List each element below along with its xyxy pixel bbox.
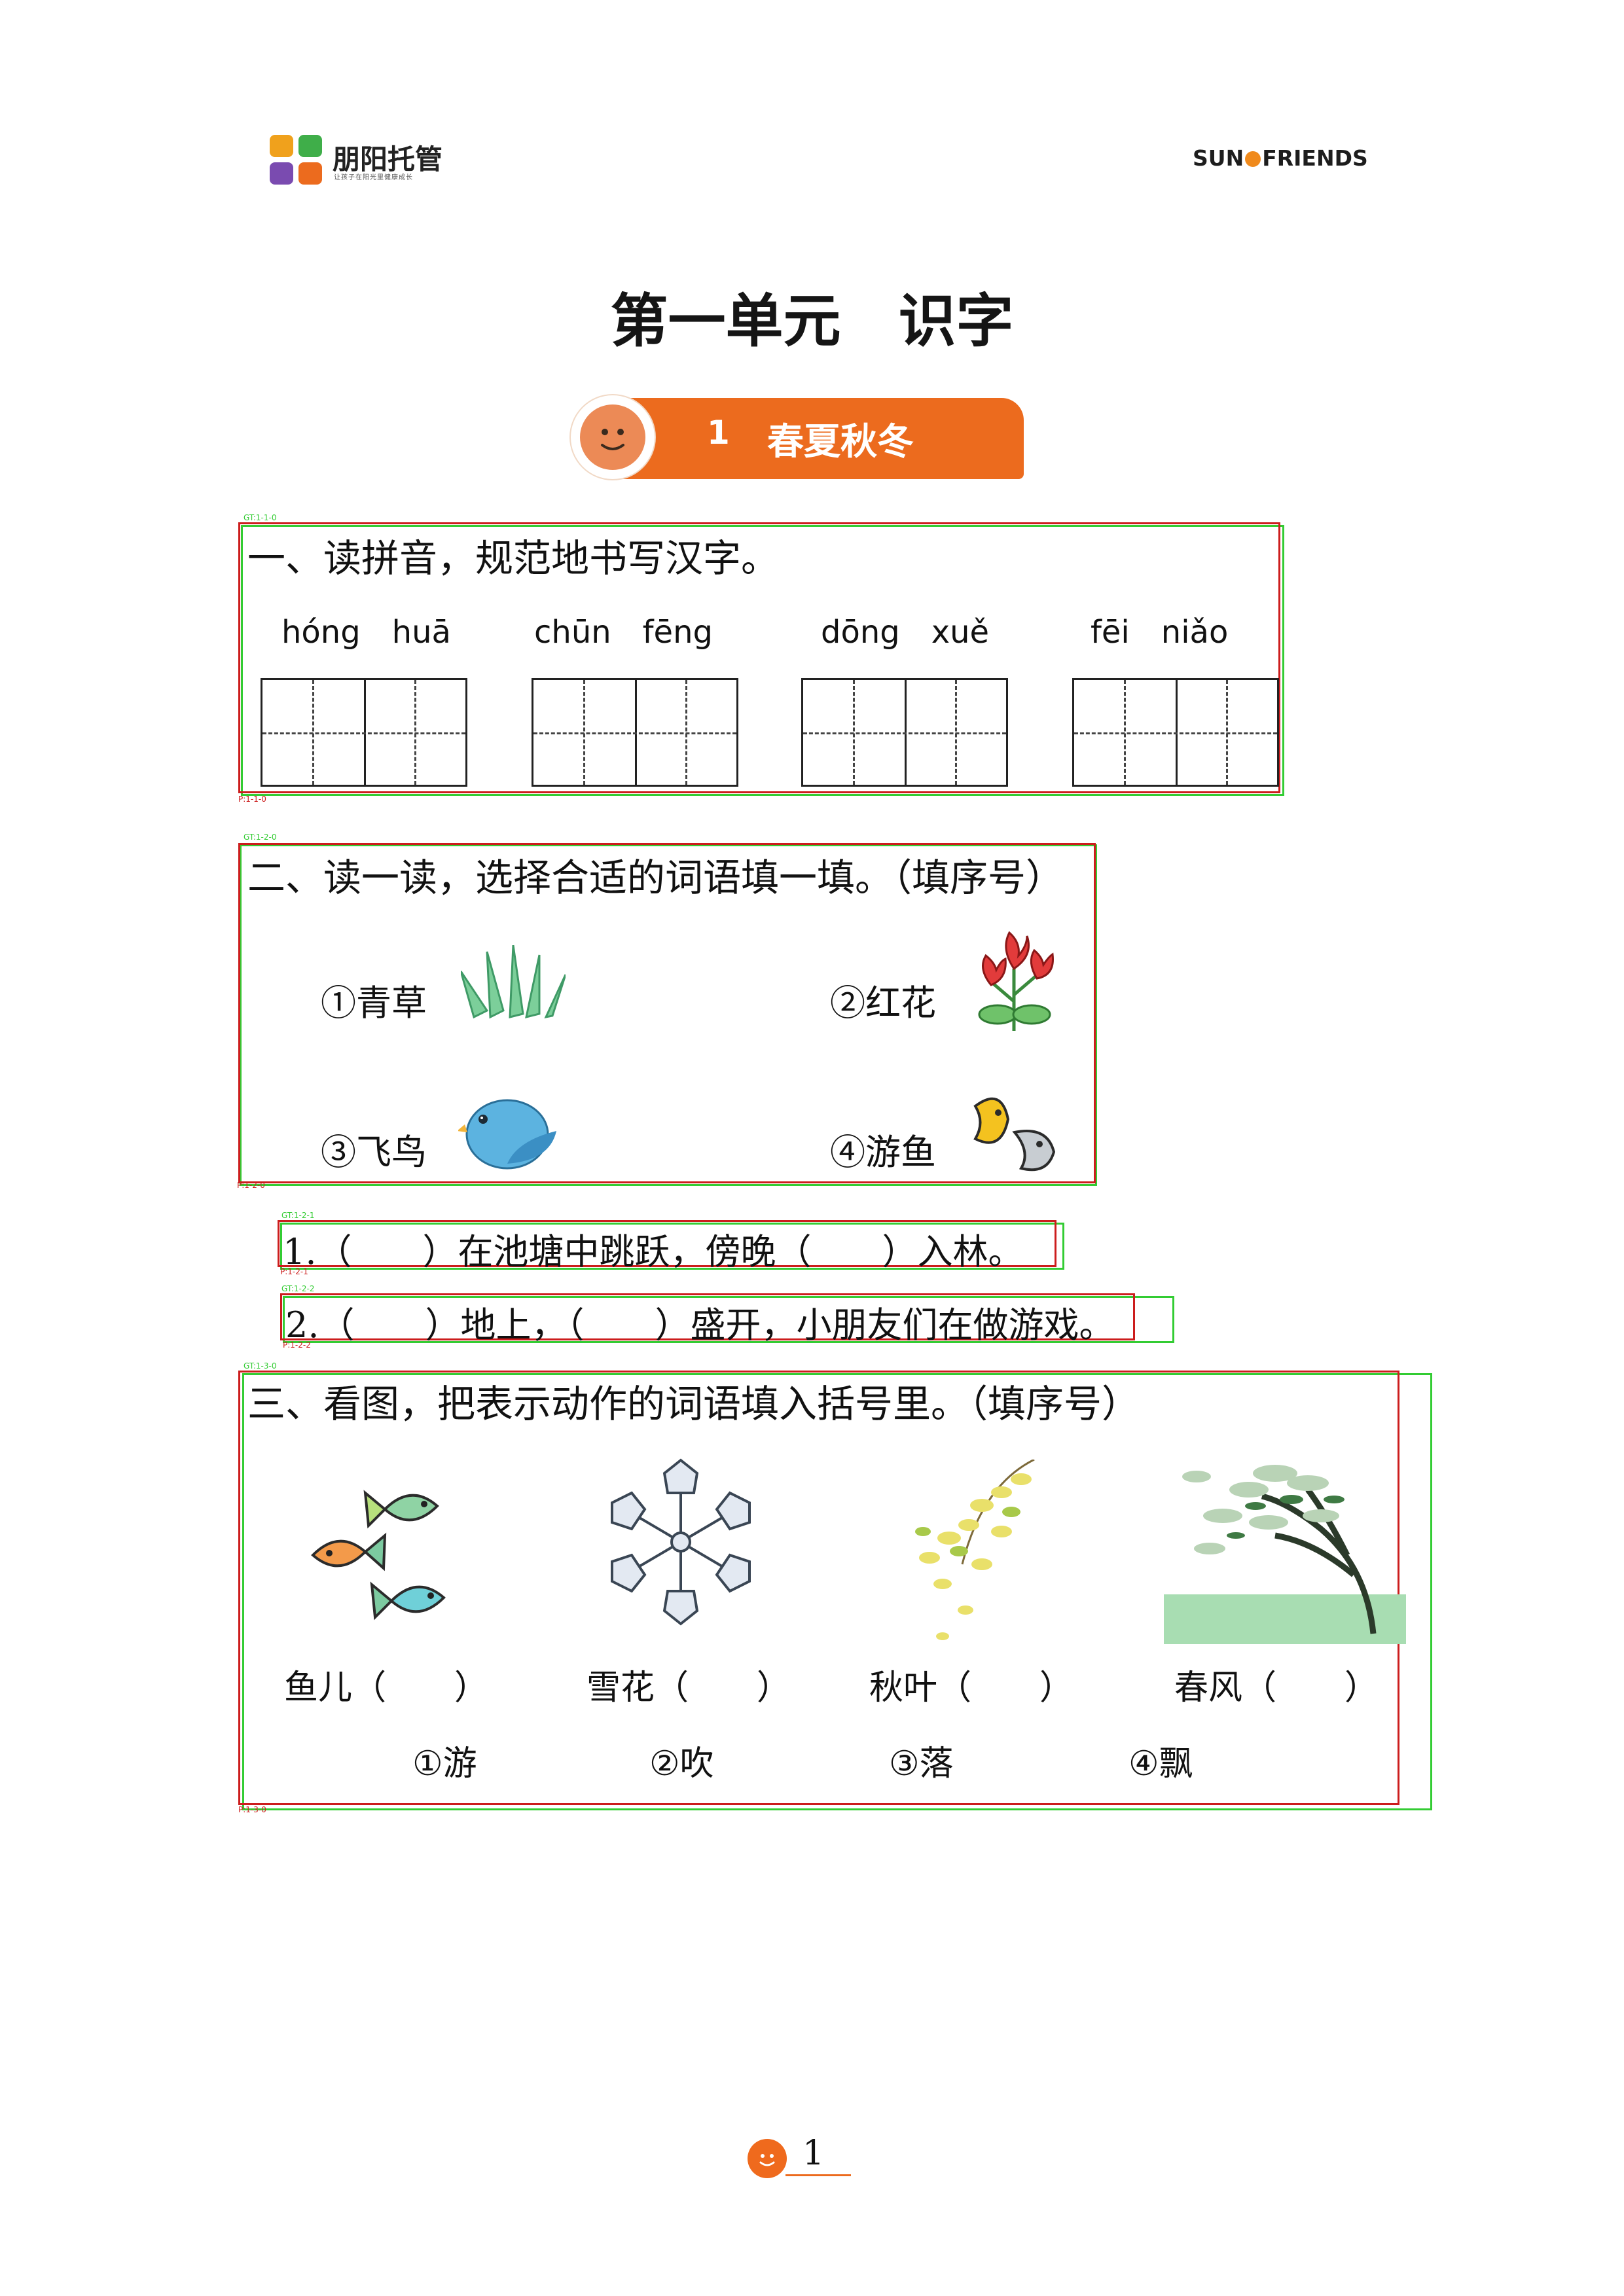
lesson-number: 1 — [707, 414, 730, 452]
lesson-banner: 1 春夏秋冬 — [571, 395, 1024, 479]
question-2: 2.（ ）地上，（ ）盛开，小朋友们在做游戏。 — [285, 1304, 1115, 1346]
gt-tag-s1: GT:1-1-0 — [244, 513, 277, 522]
grass-icon — [461, 945, 566, 1019]
fish-icon — [973, 1097, 1056, 1172]
red-flower-icon — [978, 931, 1054, 1031]
blank-leaves: 秋叶（ ） — [869, 1668, 1074, 1708]
fish-group-icon — [311, 1490, 446, 1621]
blank-wind: 春风（ ） — [1174, 1668, 1379, 1708]
option-4: ④游鱼 — [830, 1132, 936, 1173]
brand-left: SUN — [1193, 145, 1244, 171]
verb-2: ②吹 — [649, 1744, 714, 1784]
verb-3: ③落 — [889, 1744, 954, 1784]
footer-smiley-icon — [748, 2139, 787, 2178]
writing-grid-4[interactable] — [1072, 678, 1279, 787]
page-title: 第一单元 识字 — [610, 287, 1014, 355]
page-number: 1 — [803, 2134, 825, 2173]
blank-snowflake: 雪花（ ） — [586, 1668, 791, 1708]
gt-tag-s3: GT:1-3-0 — [244, 1361, 277, 1371]
pinyin-2: chūn fēng — [534, 614, 713, 651]
brand-logo: SUN FRIENDS — [1193, 145, 1368, 171]
writing-grid-3[interactable] — [801, 678, 1008, 787]
sun-dot-icon — [1245, 151, 1261, 167]
writing-grid-1[interactable] — [261, 678, 467, 787]
blank-fish: 鱼儿（ ） — [284, 1668, 489, 1708]
logo-tagline: 让孩子在阳光里健康成长 — [334, 174, 413, 181]
verb-1: ①游 — [412, 1744, 477, 1784]
section3-title: 三、看图，把表示动作的词语填入括号里。（填序号） — [247, 1382, 1140, 1426]
option-1: ①青草 — [321, 982, 427, 1024]
question-1: 1.（ ）在池塘中跳跃，傍晚（ ）入林。 — [283, 1231, 1024, 1272]
writing-grid-2[interactable] — [532, 678, 738, 787]
lesson-name: 春夏秋冬 — [767, 421, 914, 463]
smiley-face-icon — [571, 395, 655, 479]
footer-underline — [785, 2174, 851, 2176]
pred-tag-s3: P:1-3-0 — [238, 1805, 266, 1814]
brand-right: FRIENDS — [1262, 145, 1368, 171]
pinyin-1: hóng huā — [281, 614, 451, 651]
falling-leaves-icon — [915, 1460, 1035, 1640]
gt-tag-s2: GT:1-2-0 — [244, 833, 277, 842]
bird-icon — [458, 1099, 556, 1170]
snowflake-icon — [611, 1458, 751, 1626]
pinyin-3: dōng xuě — [821, 614, 990, 651]
gt-tag-q1: GT:1-2-1 — [281, 1211, 315, 1220]
option-3: ③飞鸟 — [321, 1132, 427, 1173]
pred-tag-s1: P:1-1-0 — [238, 795, 266, 804]
logo-icon — [270, 135, 325, 187]
pred-tag-s2: P:1-2-0 — [237, 1181, 265, 1190]
windy-tree-icon — [1164, 1465, 1406, 1644]
section2-title: 二、读一读，选择合适的词语填一填。（填序号） — [247, 855, 1064, 900]
section1-title: 一、读拼音，规范地书写汉字。 — [247, 536, 780, 581]
pinyin-4: fēi niǎo — [1091, 614, 1229, 651]
option-2: ②红花 — [830, 982, 936, 1024]
gt-tag-q2: GT:1-2-2 — [281, 1284, 315, 1293]
verb-4: ④飘 — [1128, 1744, 1193, 1784]
